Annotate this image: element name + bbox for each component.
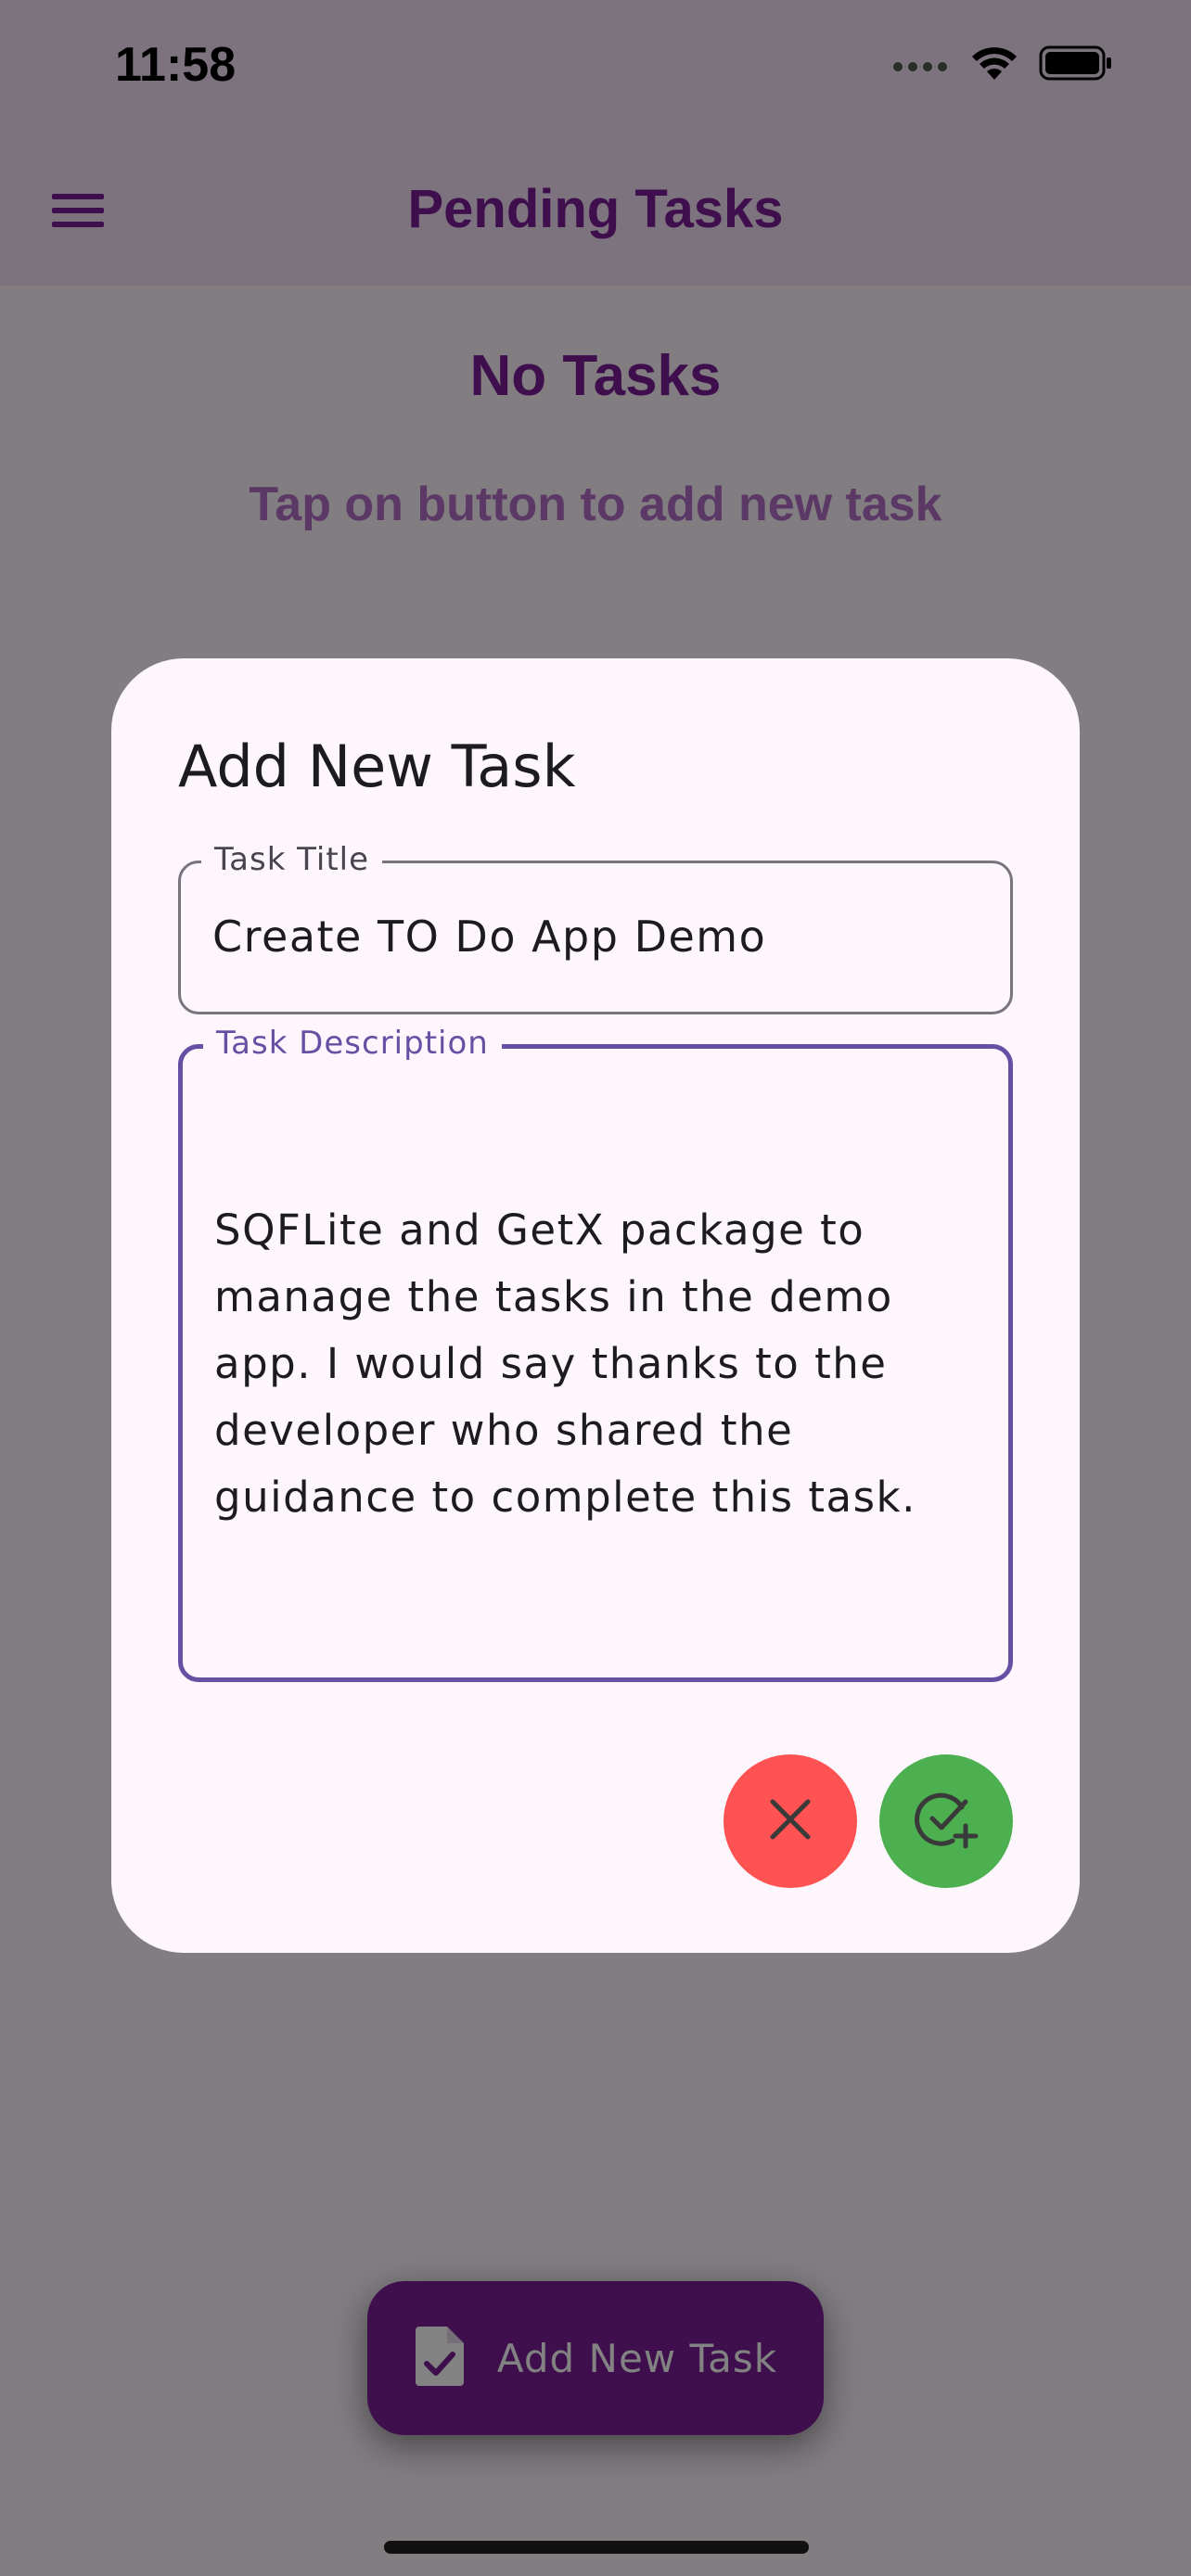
home-indicator[interactable]: [384, 2541, 809, 2554]
add-task-confirm-button[interactable]: [879, 1754, 1013, 1888]
task-description-field[interactable]: Task Description SQFLite and GetX packag…: [178, 1019, 1013, 1682]
task-description-label: Task Description: [203, 1019, 502, 1067]
task-description-input[interactable]: SQFLite and GetX package to manage the t…: [214, 1197, 977, 1531]
task-title-input[interactable]: Create TO Do App Demo: [212, 912, 766, 962]
dialog-title: Add New Task: [178, 733, 576, 800]
cancel-button[interactable]: [724, 1754, 857, 1888]
close-icon: [767, 1796, 813, 1846]
task-title-label: Task Title: [201, 835, 383, 884]
add-task-icon: [914, 1787, 979, 1855]
task-title-field[interactable]: Task Title Create TO Do App Demo: [178, 835, 1013, 1014]
add-task-dialog: Add New Task Task Title Create TO Do App…: [111, 658, 1080, 1953]
